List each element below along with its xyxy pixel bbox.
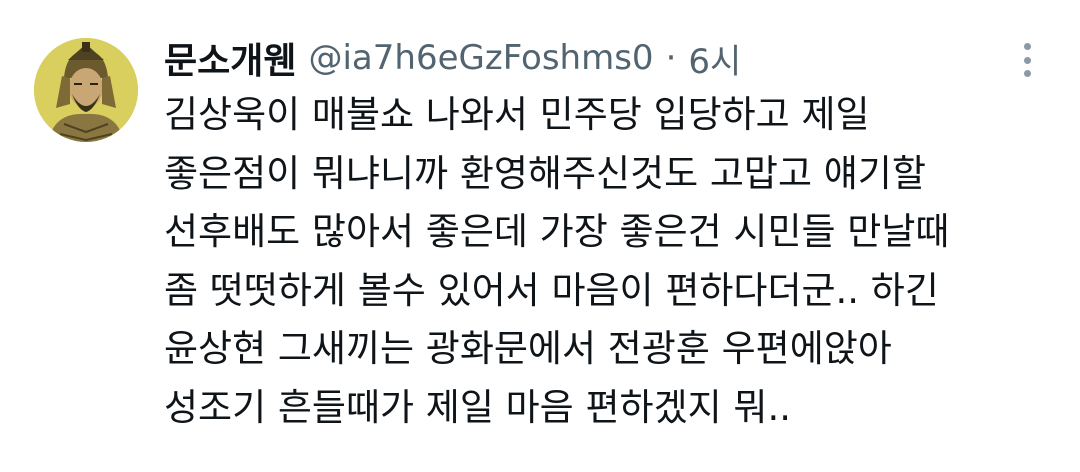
separator-dot: · <box>665 38 677 78</box>
tweet-text-line: 선후배도 많아서 좋은데 가장 좋은건 시민들 만날때 <box>164 210 950 253</box>
display-name[interactable]: 문소개웬 <box>164 32 296 84</box>
user-handle[interactable]: @ia7h6eGzFoshms0 <box>308 38 653 78</box>
tweet-text: 김상욱이 매불쇼 나와서 민주당 입당하고 제일 좋은점이 뭐냐니까 환영해주신… <box>164 86 1064 437</box>
warrior-portrait-icon <box>34 38 138 142</box>
tweet-text-line: 좀 떳떳하게 볼수 있어서 마음이 편하다더군.. 하긴 <box>164 268 939 312</box>
more-vertical-icon[interactable] <box>1012 40 1042 80</box>
tweet-text-line: 좋은점이 뭐냐니까 환영해주신것도 고맙고 얘기할 <box>164 151 926 195</box>
timestamp[interactable]: 6시 <box>688 34 741 83</box>
tweet-text-line: 윤상현 그새끼는 광화문에서 전광훈 우편에앉아 <box>164 327 892 370</box>
tweet-header: 문소개웬 @ia7h6eGzFoshms0 · 6시 <box>164 30 741 86</box>
avatar[interactable] <box>34 38 138 142</box>
tweet-text-line: 김상욱이 매불쇼 나와서 민주당 입당하고 제일 <box>164 93 870 136</box>
tweet[interactable]: 문소개웬 @ia7h6eGzFoshms0 · 6시 김상욱이 매불쇼 나와서 … <box>0 0 1080 472</box>
tweet-text-line: 성조기 흔들때가 제일 마음 편하겠지 뭐.. <box>164 385 791 429</box>
